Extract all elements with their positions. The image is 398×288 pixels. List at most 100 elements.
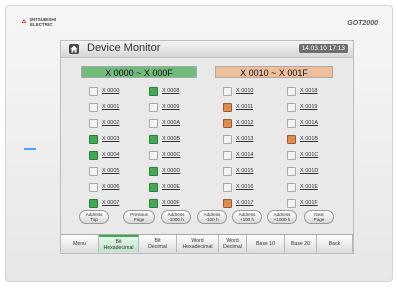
bit-lamp-button[interactable] [223, 119, 232, 128]
nav-button-label: Next Page [314, 212, 325, 222]
nav-label-line2: Page [133, 217, 145, 222]
nav-button-2[interactable]: Previous Page [123, 210, 155, 224]
brand-line2: ELECTRIC [30, 21, 53, 27]
hmi-screen: Device Monitor 14.03.10 17:13 X 0000 ~ X… [60, 40, 354, 254]
menu-button-5[interactable]: Word Decimal [219, 235, 247, 252]
bit-lamp-button[interactable] [89, 199, 98, 208]
bit-device-label: X 0004 [102, 152, 120, 158]
nav-button-4[interactable]: Address -100 h [197, 210, 227, 224]
bit-device-label: X 000D [162, 168, 181, 174]
bit-device-label: X 001E [300, 184, 319, 190]
bit-lamp-button[interactable] [287, 167, 296, 176]
nav-button-1[interactable]: Address Top [79, 210, 109, 224]
bit-lamp-button[interactable] [149, 87, 158, 96]
bit-device-label: X 0002 [102, 120, 120, 126]
bit-lamp-button[interactable] [89, 103, 98, 112]
bit-device-label: X 0017 [236, 200, 254, 206]
bit-lamp-button[interactable] [287, 135, 296, 144]
menu-button-4[interactable]: Word Hexadecimal [177, 235, 219, 252]
bit-lamp-button[interactable] [287, 151, 296, 160]
menu-label-line1: Menu [73, 240, 86, 247]
bit-device-label: X 000E [162, 184, 181, 190]
bit-lamp-button[interactable] [287, 199, 296, 208]
bit-device-label: X 0018 [300, 88, 318, 94]
bit-device-label: X 0005 [102, 168, 120, 174]
bit-lamp-button[interactable] [149, 119, 158, 128]
bit-lamp-button[interactable] [89, 167, 98, 176]
menu-button-label: Base 10 [256, 241, 275, 247]
menu-label-line1: Base 20 [290, 240, 311, 247]
bit-device-label: X 0013 [236, 136, 254, 142]
bit-lamp-button[interactable] [149, 199, 158, 208]
bit-device-label: X 000A [162, 120, 181, 126]
bit-device-label: X 000C [162, 152, 181, 158]
bit-device-label: X 0014 [236, 152, 254, 158]
bit-device-label: X 0007 [102, 200, 120, 206]
menu-button-label: Base 20 [291, 241, 310, 247]
bit-device-label: X 001C [300, 152, 319, 158]
bit-lamp-button[interactable] [89, 87, 98, 96]
bit-lamp-button[interactable] [149, 167, 158, 176]
bit-lamp-button[interactable] [149, 183, 158, 192]
menu-label-line1: Back [328, 240, 341, 247]
power-led-indicator [24, 148, 36, 150]
brand-logo: MITSUBISHI ELECTRIC [20, 17, 80, 30]
menu-button-label: Bit Hexadecimal [104, 239, 134, 251]
menu-label-line2: Decimal [148, 243, 167, 250]
bit-lamp-button[interactable] [149, 151, 158, 160]
menu-button-3[interactable]: Bit Decimal [139, 235, 177, 252]
menu-button-7[interactable]: Base 20 [285, 235, 317, 252]
model-name: GOT2000 [347, 20, 378, 27]
menu-button-8[interactable]: Back [317, 235, 353, 252]
nav-button-7[interactable]: Next Page [304, 210, 334, 224]
bit-lamp-button[interactable] [287, 119, 296, 128]
nav-label-line2: Top [90, 217, 98, 222]
nav-button-label: Previous Page [130, 212, 148, 222]
menu-button-label: Word Decimal [223, 238, 242, 250]
menu-button-1[interactable]: Menu [61, 235, 99, 252]
nav-label-line2: Page [313, 217, 325, 222]
group-header-x0010: X 0010 ~ X 001F [215, 66, 333, 78]
home-button[interactable] [69, 44, 79, 54]
bit-lamp-button[interactable] [223, 183, 232, 192]
menu-button-6[interactable]: Base 10 [247, 235, 285, 252]
nav-label-line2: -100 h [205, 217, 219, 222]
page-title: Device Monitor [87, 42, 161, 54]
bit-lamp-button[interactable] [223, 151, 232, 160]
menu-button-2[interactable]: Bit Hexadecimal [99, 235, 139, 252]
clock-display: 14.03.10 17:13 [298, 44, 348, 53]
bit-lamp-button[interactable] [89, 151, 98, 160]
bit-lamp-button[interactable] [287, 183, 296, 192]
nav-label-line2: +1000 h [273, 217, 291, 222]
bit-lamp-button[interactable] [223, 87, 232, 96]
menu-label-line2: Hexadecimal [103, 244, 134, 251]
bit-lamp-button[interactable] [149, 103, 158, 112]
bit-device-label: X 0019 [300, 104, 318, 110]
bit-device-label: X 0012 [236, 120, 254, 126]
bit-lamp-button[interactable] [223, 103, 232, 112]
nav-button-3[interactable]: Address -1000 h [161, 210, 191, 224]
menu-button-label: Menu [73, 241, 86, 247]
bit-lamp-button[interactable] [223, 167, 232, 176]
bit-device-label: X 001F [300, 200, 318, 206]
bit-lamp-button[interactable] [287, 103, 296, 112]
nav-button-5[interactable]: Address +100 h [232, 210, 262, 224]
bit-device-label: X 0016 [236, 184, 254, 190]
nav-button-label: Address +1000 h [274, 212, 291, 222]
nav-button-6[interactable]: Address +1000 h [267, 210, 297, 224]
group-header-x0000: X 0000 ~ X 000F [81, 66, 197, 78]
bit-device-label: X 0015 [236, 168, 254, 174]
bit-lamp-button[interactable] [223, 135, 232, 144]
bit-lamp-button[interactable] [89, 135, 98, 144]
bit-lamp-button[interactable] [89, 119, 98, 128]
bit-lamp-button[interactable] [223, 199, 232, 208]
bit-lamp-button[interactable] [149, 135, 158, 144]
bit-device-label: X 0009 [162, 104, 180, 110]
nav-button-label: Address Top [86, 212, 103, 222]
bit-device-label: X 001B [300, 136, 319, 142]
menu-label-line2: Decimal [223, 243, 242, 250]
bit-lamp-button[interactable] [89, 183, 98, 192]
bit-device-label: X 001D [300, 168, 319, 174]
bit-lamp-button[interactable] [287, 87, 296, 96]
menu-button-label: Bit Decimal [148, 238, 167, 250]
